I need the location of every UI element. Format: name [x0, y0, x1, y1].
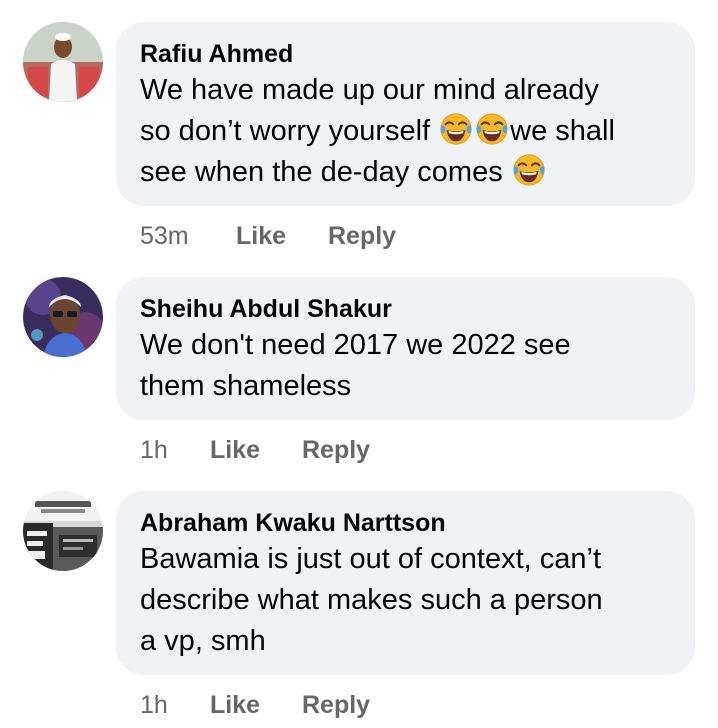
avatar[interactable] — [23, 277, 103, 357]
comment-text-line: Bawamia is just out of context, can’t — [140, 543, 601, 575]
comment-timestamp[interactable]: 1h — [140, 436, 168, 465]
like-button[interactable]: Like — [236, 222, 286, 251]
comment-text-line: so don’t worry yourself we shall — [140, 111, 671, 152]
comment-text-fragment: we shall — [510, 115, 615, 147]
comment-timestamp[interactable]: 1h — [140, 691, 168, 720]
like-button[interactable]: Like — [210, 436, 260, 465]
comment-text-fragment: so don’t worry yourself — [140, 115, 439, 147]
comment-text: Bawamia is just out of context, can’t de… — [140, 539, 671, 662]
comment-text: We have made up our mind already so don’… — [140, 70, 671, 193]
avatar[interactable] — [23, 491, 103, 571]
comment-timestamp[interactable]: 53m — [140, 222, 189, 251]
comment-text-line: see when the de-day comes — [140, 152, 671, 193]
comment-bubble: Sheihu Abdul Shakur We don't need 2017 w… — [116, 277, 695, 420]
comment-bubble: Abraham Kwaku Narttson Bawamia is just o… — [116, 491, 695, 675]
comment-text-fragment: see when the de-day comes — [140, 156, 511, 188]
comment-author[interactable]: Rafiu Ahmed — [140, 38, 671, 70]
like-button[interactable]: Like — [210, 691, 260, 720]
comment-text-line: We have made up our mind already — [140, 74, 599, 106]
face-with-tears-of-joy-icon — [475, 112, 509, 146]
reply-button[interactable]: Reply — [328, 222, 396, 251]
face-with-tears-of-joy-icon — [439, 112, 473, 146]
comment-text-line: describe what makes such a person — [140, 584, 603, 616]
reply-button[interactable]: Reply — [302, 691, 370, 720]
comment-text-line: them shameless — [140, 370, 352, 402]
comment-text-line: We don't need 2017 we 2022 see — [140, 329, 571, 361]
comment-bubble: Rafiu Ahmed We have made up our mind alr… — [116, 22, 695, 206]
face-with-tears-of-joy-icon — [512, 153, 546, 187]
comment-text: We don't need 2017 we 2022 see them sham… — [140, 325, 671, 407]
comment-text-line: a vp, smh — [140, 625, 266, 657]
comment-author[interactable]: Sheihu Abdul Shakur — [140, 293, 671, 325]
comment-author[interactable]: Abraham Kwaku Narttson — [140, 507, 671, 539]
avatar[interactable] — [23, 22, 103, 102]
reply-button[interactable]: Reply — [302, 436, 370, 465]
